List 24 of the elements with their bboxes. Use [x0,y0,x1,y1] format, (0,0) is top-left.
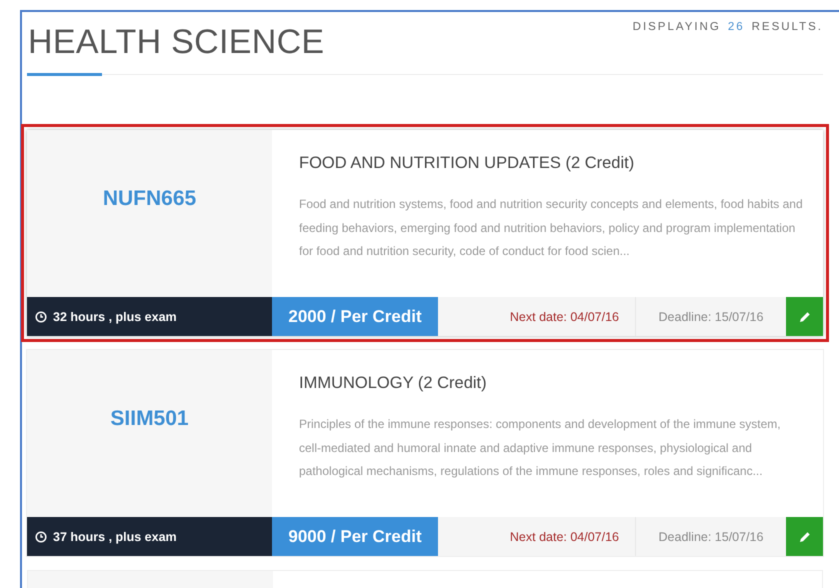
deadline: Deadline: 15/07/16 [658,308,764,326]
price-label: 9000 / Per Credit [272,517,438,556]
edit-button[interactable] [786,517,823,556]
course-description: Food and nutrition systems, food and nutrition security concepts and elements, food habits and feeding behaviors, emerging food and nutrition behaviors, policy and program implementation for food and nutrition security, code of conduct for food scien... [299,196,803,260]
pencil-icon [798,530,812,544]
duration-text: 32 hours , plus exam [53,310,177,324]
next-date: Next date: 04/07/16 [438,297,636,336]
course-title: FOOD AND NUTRITION UPDATES (2 Credit) [299,154,636,173]
clock-icon [35,530,47,542]
deadline: Deadline: 15/07/16 [658,528,764,546]
results-label: RESULTS. [752,21,823,33]
results-count: 26 [728,21,745,33]
course-code: SIIM501 [110,406,189,430]
results-label: DISPLAYING [632,21,721,33]
clock-icon [35,310,47,322]
pencil-icon [798,310,812,324]
course-description: Principles of the immune responses: components and development of the immune system, cell-mediated and humoral innate and adaptive immune responses, physiological and pathological mechanisms, regulations of the immune responses, roles and significanc... [299,416,782,480]
edit-button[interactable] [786,297,823,336]
course-code: NUFN665 [102,186,196,210]
page-title: HEALTH SCIENCE [28,22,324,62]
course-title: IMMUNOLOGY (2 Credit) [299,374,488,393]
next-date: Next date: 04/07/16 [438,517,636,556]
price-label: 2000 / Per Credit [272,297,438,336]
duration-text: 37 hours , plus exam [53,530,177,544]
